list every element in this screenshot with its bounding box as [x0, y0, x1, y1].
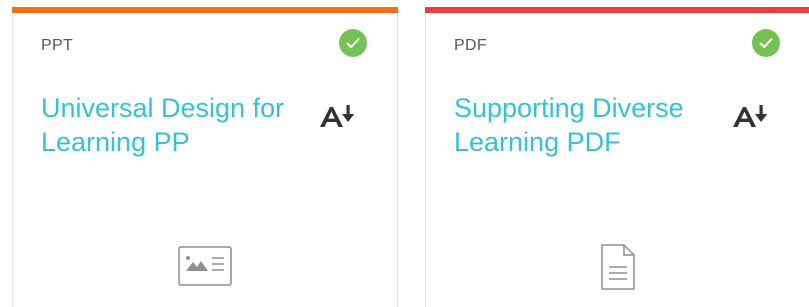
- file-type-label: PDF: [454, 37, 487, 54]
- resource-title-link[interactable]: Supporting Diverse Learning PDF: [454, 91, 726, 159]
- document-file-icon: [600, 243, 636, 296]
- resource-title-link[interactable]: Universal Design for Learning PP: [41, 91, 313, 159]
- check-circle-icon: [752, 29, 780, 57]
- card-accent-bar: [12, 7, 398, 13]
- download-text-icon[interactable]: [732, 103, 770, 129]
- presentation-file-icon: [178, 243, 232, 292]
- file-type-label: PPT: [41, 37, 74, 54]
- resource-card-ppt[interactable]: PPT Universal Design for Learning PP: [12, 7, 398, 307]
- card-accent-bar: [425, 7, 809, 13]
- download-text-icon[interactable]: [319, 103, 357, 129]
- check-circle-icon: [339, 29, 367, 57]
- resource-card-pdf[interactable]: PDF Supporting Diverse Learning PDF: [425, 7, 809, 307]
